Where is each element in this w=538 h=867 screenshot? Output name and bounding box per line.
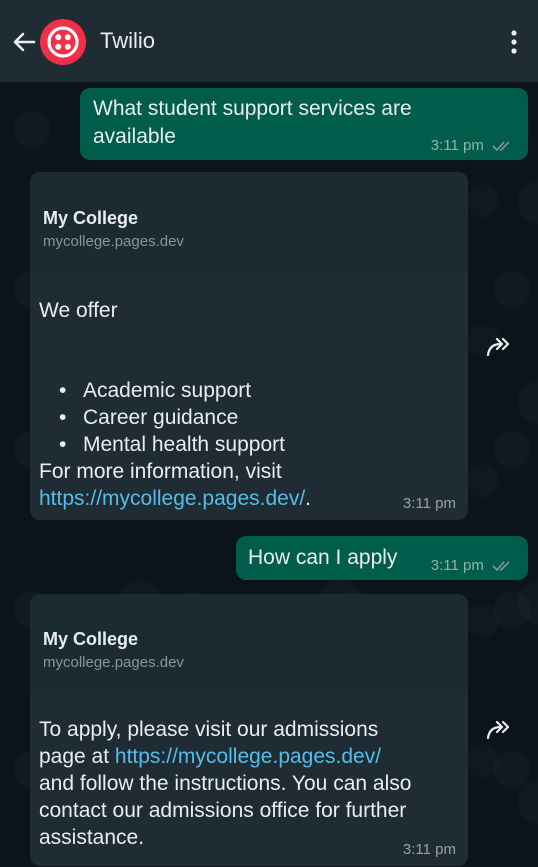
message-time: 3:11 pm	[430, 137, 484, 154]
link-suffix: .	[305, 487, 311, 510]
double-check-icon	[492, 141, 510, 152]
message-text-line: available	[93, 125, 176, 148]
message-text-line: assistance.	[39, 826, 145, 849]
services-list: Academic support Career guidance Mental …	[39, 377, 449, 458]
message-text-line: page at https://mycollege.pages.dev/	[39, 743, 459, 770]
message-text-line: For more information, visit	[39, 460, 282, 483]
outgoing-message[interactable]: How can I apply 3:11 pm	[236, 536, 528, 580]
website-link[interactable]: https://mycollege.pages.dev/	[115, 745, 381, 768]
message-text: We offer	[39, 299, 118, 322]
list-item: Career guidance	[39, 404, 449, 431]
line-prefix: page at	[39, 745, 115, 768]
message-text-line: https://mycollege.pages.dev/.	[39, 485, 399, 512]
message-time: 3:11 pm	[402, 495, 456, 512]
sender-domain: mycollege.pages.dev	[43, 654, 184, 671]
message-meta: 3:11 pm	[431, 557, 512, 574]
message-text-line: and follow the instructions. You can als…	[39, 772, 412, 795]
message-text: How can I apply	[248, 546, 398, 569]
back-arrow-icon[interactable]	[10, 28, 38, 56]
double-check-icon	[492, 561, 510, 572]
sender-name: My College	[43, 629, 139, 649]
message-meta: 3:11 pm	[431, 137, 512, 154]
forward-icon[interactable]	[486, 718, 516, 742]
chat-header: Twilio	[0, 0, 538, 82]
sender-name: My College	[43, 208, 139, 228]
message-text-line: To apply, please visit our admissions	[39, 718, 379, 741]
forward-icon[interactable]	[486, 335, 516, 359]
website-link[interactable]: https://mycollege.pages.dev/	[39, 487, 305, 510]
message-text-line: contact our admissions office for furthe…	[39, 799, 407, 822]
link-preview[interactable]: My College mycollege.pages.dev	[30, 172, 468, 272]
message-time: 3:11 pm	[402, 841, 456, 858]
contact-name[interactable]: Twilio	[100, 28, 155, 54]
incoming-message[interactable]: My College mycollege.pages.dev To apply,…	[30, 594, 468, 866]
twilio-logo-icon[interactable]	[40, 19, 86, 65]
chat-area[interactable]: What student support services are availa…	[0, 82, 538, 867]
message-text-line: What student support services are	[93, 97, 412, 120]
sender-domain: mycollege.pages.dev	[43, 233, 184, 250]
link-preview[interactable]: My College mycollege.pages.dev	[30, 594, 468, 694]
more-vert-icon[interactable]	[504, 29, 524, 55]
incoming-message[interactable]: My College mycollege.pages.dev We offer …	[30, 172, 468, 520]
outgoing-message[interactable]: What student support services are availa…	[80, 88, 528, 160]
message-text: To apply, please visit our admissions pa…	[39, 716, 459, 851]
list-item: Mental health support	[39, 431, 449, 458]
list-item: Academic support	[39, 377, 449, 404]
message-time: 3:11 pm	[430, 557, 484, 574]
